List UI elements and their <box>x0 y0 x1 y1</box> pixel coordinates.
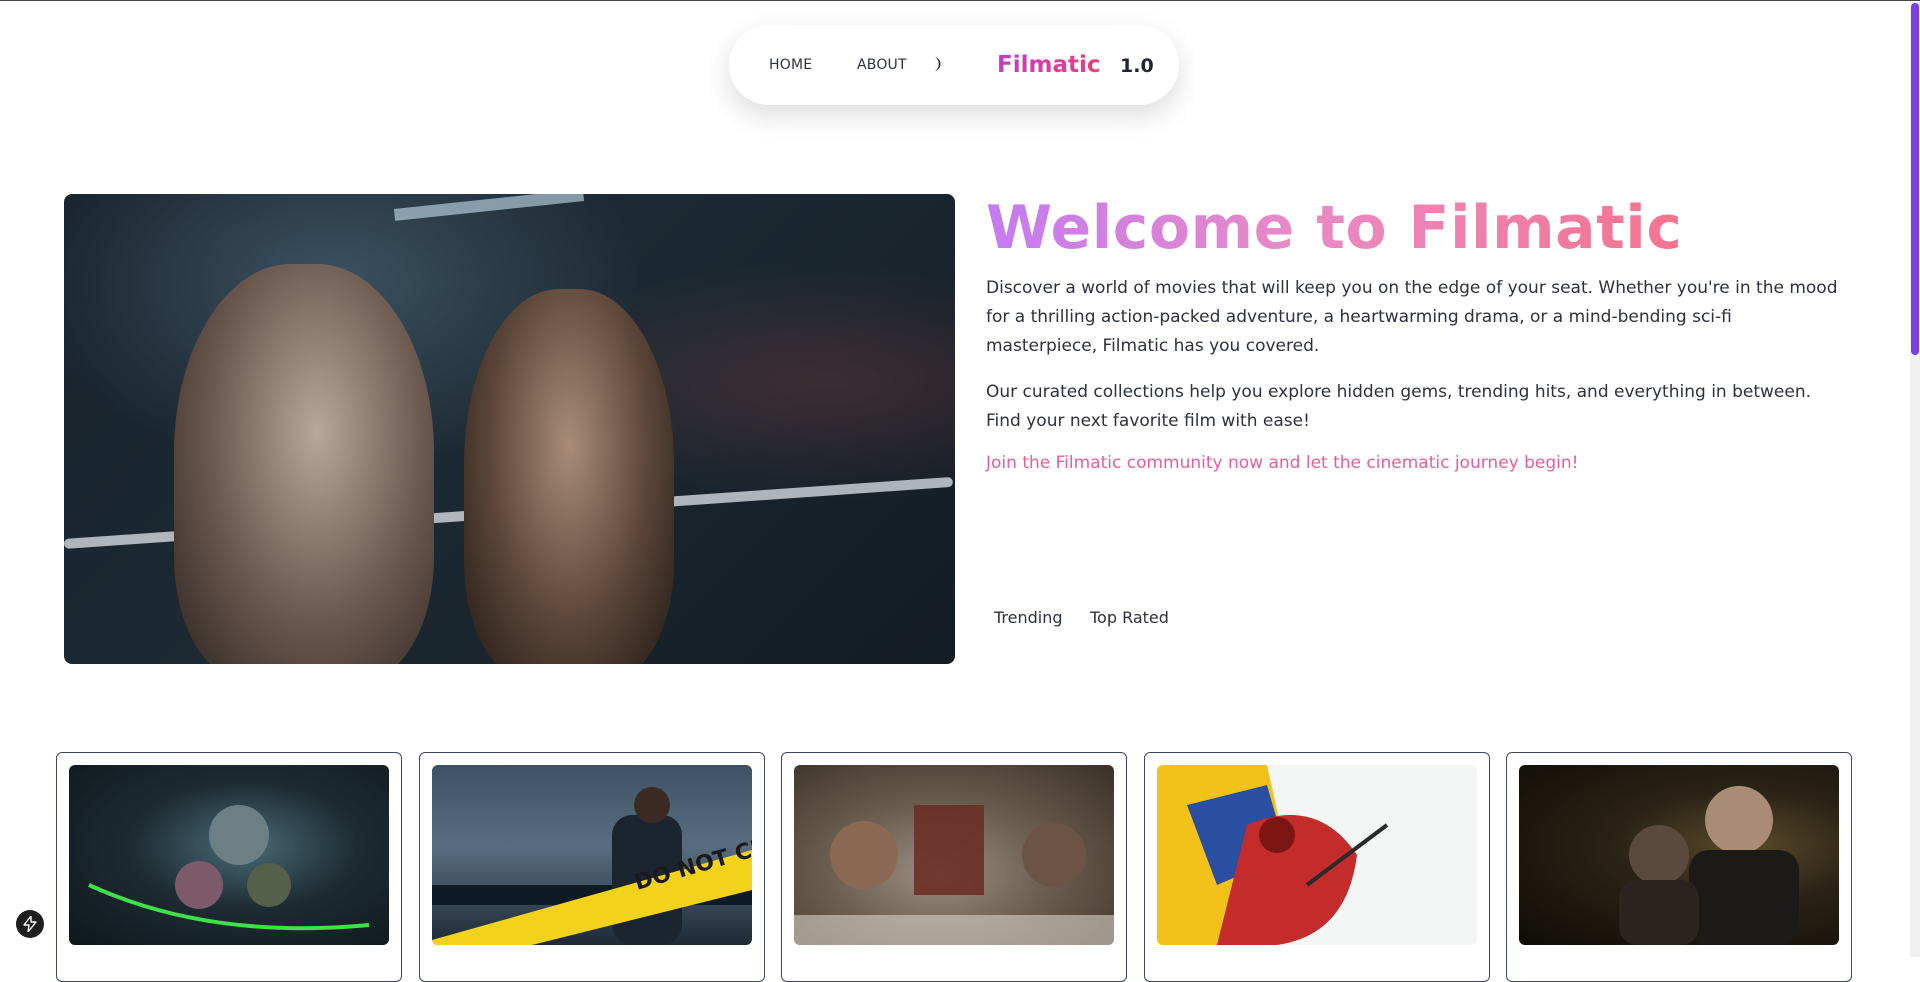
moon-icon[interactable] <box>927 55 945 73</box>
movie-card[interactable] <box>781 752 1127 982</box>
dev-tools-button[interactable] <box>16 910 44 938</box>
intro-paragraph: Discover a world of movies that will kee… <box>986 278 1838 356</box>
nav-about-link[interactable]: ABOUT <box>857 57 907 73</box>
tab-top-rated[interactable]: Top Rated <box>1090 608 1169 627</box>
gladiator-poster[interactable] <box>794 765 1114 945</box>
scrollbar-thumb[interactable] <box>1911 3 1919 355</box>
nav-home-link[interactable]: HOME <box>769 57 812 73</box>
movie-card[interactable] <box>1144 752 1490 982</box>
page-scrollbar[interactable] <box>1910 1 1920 957</box>
deadpool-wolverine-poster[interactable] <box>1157 765 1477 945</box>
top-navbar: HOME ABOUT Filmatic 1.0 <box>729 25 1179 105</box>
fighter-right <box>464 289 674 664</box>
tab-trending[interactable]: Trending <box>994 608 1063 627</box>
page-title: Welcome to Filmatic <box>986 193 1683 263</box>
movie-card[interactable] <box>1506 752 1852 982</box>
fighter-left <box>174 264 434 664</box>
lightning-icon <box>23 916 37 932</box>
community-cta: Join the Filmatic community now and let … <box>986 453 1579 473</box>
hero-image <box>64 194 955 664</box>
movie-card[interactable]: DO NOT CROSS <box>419 752 765 982</box>
movie-card[interactable] <box>56 752 402 982</box>
version-label: 1.0 <box>1120 55 1154 77</box>
detective-poster[interactable]: DO NOT CROSS <box>432 765 752 945</box>
ceiling-light <box>393 194 585 221</box>
city-noir-poster[interactable] <box>1519 765 1839 945</box>
collections-paragraph: Our curated collections help you explore… <box>986 382 1812 431</box>
brand-logo[interactable]: Filmatic <box>997 52 1100 78</box>
animated-heroes-poster[interactable] <box>69 765 389 945</box>
